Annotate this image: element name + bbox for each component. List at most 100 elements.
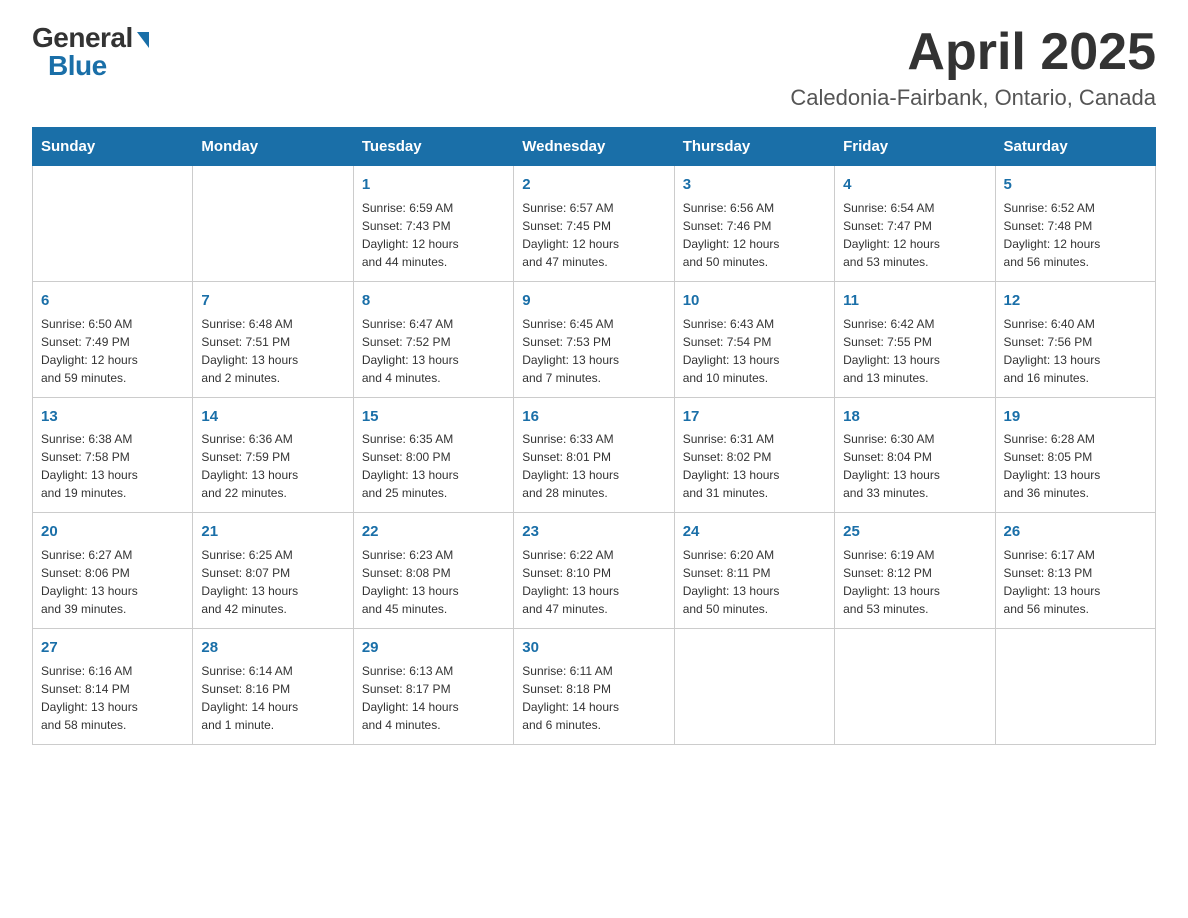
calendar-cell: 19Sunrise: 6:28 AM Sunset: 8:05 PM Dayli… [995, 397, 1155, 513]
day-info: Sunrise: 6:11 AM Sunset: 8:18 PM Dayligh… [522, 662, 665, 734]
day-info: Sunrise: 6:22 AM Sunset: 8:10 PM Dayligh… [522, 546, 665, 618]
day-info: Sunrise: 6:40 AM Sunset: 7:56 PM Dayligh… [1004, 315, 1147, 387]
calendar-cell: 22 Sunrise: 6:23 AM Sunset: 8:08 PM Dayli… [353, 513, 513, 629]
day-info: Sunrise: 6:59 AM Sunset: 7:43 PM Dayligh… [362, 199, 505, 271]
calendar-cell: 27 Sunrise: 6:16 AM Sunset: 8:14 PM Dayli… [33, 629, 193, 745]
calendar-cell: 20 Sunrise: 6:27 AM Sunset: 8:06 PM Dayli… [33, 513, 193, 629]
calendar-cell: 12 Sunrise: 6:40 AM Sunset: 7:56 PM Dayli… [995, 281, 1155, 397]
calendar-cell: 11 Sunrise: 6:42 AM Sunset: 7:55 PM Dayli… [835, 281, 995, 397]
calendar-cell: 8 Sunrise: 6:47 AM Sunset: 7:52 PM Daylig… [353, 281, 513, 397]
day-number: 20 [41, 521, 184, 543]
day-number: 11 [843, 290, 986, 312]
calendar-cell: 6Sunrise: 6:50 AM Sunset: 7:49 PM Daylig… [33, 281, 193, 397]
day-number: 14 [201, 406, 344, 428]
header-tuesday: Tuesday [353, 128, 513, 166]
calendar-cell: 15Sunrise: 6:35 AM Sunset: 8:00 PM Dayli… [353, 397, 513, 513]
day-info: Sunrise: 6:42 AM Sunset: 7:55 PM Dayligh… [843, 315, 986, 387]
header-wednesday: Wednesday [514, 128, 674, 166]
calendar-table: SundayMondayTuesdayWednesdayThursdayFrid… [32, 127, 1156, 745]
day-number: 10 [683, 290, 826, 312]
calendar-week-4: 20 Sunrise: 6:27 AM Sunset: 8:06 PM Dayli… [33, 513, 1156, 629]
day-info: Sunrise: 6:23 AM Sunset: 8:08 PM Dayligh… [362, 546, 505, 618]
day-info: Sunrise: 6:28 AM Sunset: 8:05 PM Dayligh… [1004, 430, 1147, 502]
day-info: Sunrise: 6:19 AM Sunset: 8:12 PM Dayligh… [843, 546, 986, 618]
title-block: April 2025 Caledonia-Fairbank, Ontario, … [790, 24, 1156, 111]
day-number: 3 [683, 174, 826, 196]
page-header: General Blue April 2025 Caledonia-Fairba… [32, 24, 1156, 111]
day-number: 26 [1004, 521, 1147, 543]
calendar-cell: 28 Sunrise: 6:14 AM Sunset: 8:16 PM Dayli… [193, 629, 353, 745]
day-info: Sunrise: 6:57 AM Sunset: 7:45 PM Dayligh… [522, 199, 665, 271]
calendar-cell: 25 Sunrise: 6:19 AM Sunset: 8:12 PM Dayli… [835, 513, 995, 629]
calendar-cell: 10 Sunrise: 6:43 AM Sunset: 7:54 PM Dayli… [674, 281, 834, 397]
day-number: 7 [201, 290, 344, 312]
calendar-week-3: 13Sunrise: 6:38 AM Sunset: 7:58 PM Dayli… [33, 397, 1156, 513]
calendar-header-row: SundayMondayTuesdayWednesdayThursdayFrid… [33, 128, 1156, 166]
calendar-cell: 1 Sunrise: 6:59 AM Sunset: 7:43 PM Daylig… [353, 166, 513, 282]
day-info: Sunrise: 6:25 AM Sunset: 8:07 PM Dayligh… [201, 546, 344, 618]
header-sunday: Sunday [33, 128, 193, 166]
day-number: 4 [843, 174, 986, 196]
day-number: 8 [362, 290, 505, 312]
day-number: 28 [201, 637, 344, 659]
logo: General Blue [32, 24, 149, 80]
calendar-cell [835, 629, 995, 745]
day-info: Sunrise: 6:17 AM Sunset: 8:13 PM Dayligh… [1004, 546, 1147, 618]
day-info: Sunrise: 6:14 AM Sunset: 8:16 PM Dayligh… [201, 662, 344, 734]
calendar-cell [674, 629, 834, 745]
day-number: 24 [683, 521, 826, 543]
calendar-subtitle: Caledonia-Fairbank, Ontario, Canada [790, 85, 1156, 111]
day-number: 12 [1004, 290, 1147, 312]
calendar-cell: 23 Sunrise: 6:22 AM Sunset: 8:10 PM Dayli… [514, 513, 674, 629]
calendar-cell: 13Sunrise: 6:38 AM Sunset: 7:58 PM Dayli… [33, 397, 193, 513]
day-info: Sunrise: 6:50 AM Sunset: 7:49 PM Dayligh… [41, 315, 184, 387]
calendar-week-1: 1 Sunrise: 6:59 AM Sunset: 7:43 PM Daylig… [33, 166, 1156, 282]
calendar-cell: 29Sunrise: 6:13 AM Sunset: 8:17 PM Dayli… [353, 629, 513, 745]
day-info: Sunrise: 6:33 AM Sunset: 8:01 PM Dayligh… [522, 430, 665, 502]
logo-blue-text: Blue [48, 52, 107, 80]
day-info: Sunrise: 6:36 AM Sunset: 7:59 PM Dayligh… [201, 430, 344, 502]
logo-general-text: General [32, 24, 133, 52]
day-info: Sunrise: 6:35 AM Sunset: 8:00 PM Dayligh… [362, 430, 505, 502]
day-number: 17 [683, 406, 826, 428]
day-number: 25 [843, 521, 986, 543]
calendar-cell: 24Sunrise: 6:20 AM Sunset: 8:11 PM Dayli… [674, 513, 834, 629]
day-info: Sunrise: 6:45 AM Sunset: 7:53 PM Dayligh… [522, 315, 665, 387]
header-friday: Friday [835, 128, 995, 166]
day-number: 18 [843, 406, 986, 428]
day-info: Sunrise: 6:38 AM Sunset: 7:58 PM Dayligh… [41, 430, 184, 502]
day-info: Sunrise: 6:30 AM Sunset: 8:04 PM Dayligh… [843, 430, 986, 502]
day-number: 23 [522, 521, 665, 543]
day-info: Sunrise: 6:47 AM Sunset: 7:52 PM Dayligh… [362, 315, 505, 387]
day-number: 27 [41, 637, 184, 659]
calendar-cell [995, 629, 1155, 745]
day-info: Sunrise: 6:16 AM Sunset: 8:14 PM Dayligh… [41, 662, 184, 734]
calendar-cell: 3 Sunrise: 6:56 AM Sunset: 7:46 PM Daylig… [674, 166, 834, 282]
day-info: Sunrise: 6:27 AM Sunset: 8:06 PM Dayligh… [41, 546, 184, 618]
day-number: 21 [201, 521, 344, 543]
day-number: 22 [362, 521, 505, 543]
calendar-cell: 18Sunrise: 6:30 AM Sunset: 8:04 PM Dayli… [835, 397, 995, 513]
calendar-cell: 9Sunrise: 6:45 AM Sunset: 7:53 PM Daylig… [514, 281, 674, 397]
header-saturday: Saturday [995, 128, 1155, 166]
calendar-cell: 2Sunrise: 6:57 AM Sunset: 7:45 PM Daylig… [514, 166, 674, 282]
calendar-cell: 16Sunrise: 6:33 AM Sunset: 8:01 PM Dayli… [514, 397, 674, 513]
day-info: Sunrise: 6:56 AM Sunset: 7:46 PM Dayligh… [683, 199, 826, 271]
day-number: 16 [522, 406, 665, 428]
calendar-cell: 17Sunrise: 6:31 AM Sunset: 8:02 PM Dayli… [674, 397, 834, 513]
day-info: Sunrise: 6:52 AM Sunset: 7:48 PM Dayligh… [1004, 199, 1147, 271]
header-thursday: Thursday [674, 128, 834, 166]
day-number: 15 [362, 406, 505, 428]
logo-triangle-icon [137, 32, 149, 48]
calendar-cell: 7Sunrise: 6:48 AM Sunset: 7:51 PM Daylig… [193, 281, 353, 397]
calendar-cell [33, 166, 193, 282]
day-number: 1 [362, 174, 505, 196]
calendar-cell: 14Sunrise: 6:36 AM Sunset: 7:59 PM Dayli… [193, 397, 353, 513]
day-number: 13 [41, 406, 184, 428]
day-info: Sunrise: 6:43 AM Sunset: 7:54 PM Dayligh… [683, 315, 826, 387]
calendar-week-2: 6Sunrise: 6:50 AM Sunset: 7:49 PM Daylig… [33, 281, 1156, 397]
day-number: 5 [1004, 174, 1147, 196]
calendar-cell: 4Sunrise: 6:54 AM Sunset: 7:47 PM Daylig… [835, 166, 995, 282]
day-number: 19 [1004, 406, 1147, 428]
calendar-week-5: 27 Sunrise: 6:16 AM Sunset: 8:14 PM Dayli… [33, 629, 1156, 745]
